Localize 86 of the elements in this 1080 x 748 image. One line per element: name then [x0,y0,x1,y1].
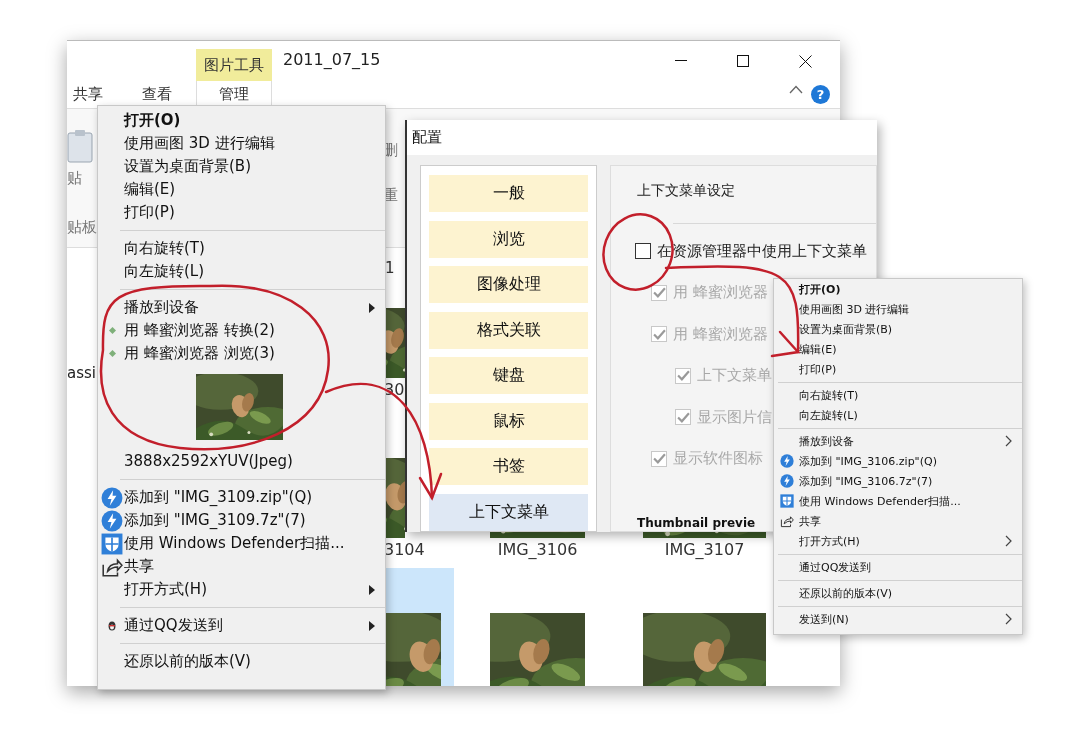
paste-label: 贴 [67,169,82,188]
menu-item[interactable]: 通过QQ发送到 [98,614,385,637]
file-tile[interactable] [384,568,454,686]
menu-item[interactable]: 还原以前的版本(V) [98,650,385,673]
lightning-icon [779,454,794,468]
menu-item[interactable]: 打开方式(H) [774,531,1022,551]
shield-icon [779,494,794,508]
menu-item[interactable]: 向右旋转(T) [774,385,1022,405]
section-heading: 上下文菜单设定 [637,181,736,200]
menu-item[interactable]: 编辑(E) [774,339,1022,359]
option-label: 在资源管理器中使用上下文菜单 [657,241,867,261]
section-heading: Thumbnail previe [637,516,756,530]
menu-item[interactable]: 添加到 "IMG_3106.7z"(7) [774,471,1022,491]
menu-item[interactable]: 打印(P) [774,359,1022,379]
clipboard-icon [67,129,93,163]
file-name: IMG_3107 [664,539,745,561]
diamond-icon [108,350,116,357]
menu-item[interactable]: 用 蜂蜜浏览器 转换(2) [98,319,385,342]
minimize-icon[interactable] [675,60,687,62]
nav-item-text: assi [67,364,96,382]
nav-item[interactable]: 图像处理 [429,266,588,303]
nav-item[interactable]: 上下文菜单 [429,493,588,531]
menu-item[interactable]: 共享 [774,511,1022,531]
nav-item[interactable]: 书签 [429,448,588,485]
option-label: 用 蜂蜜浏览器 [673,283,768,302]
submenu-arrow-icon [369,584,375,595]
group-label: 贴板 [67,218,97,237]
option-label: 显示图片信 [697,407,772,427]
file-name: IMG_3106 [497,539,578,561]
menu-item[interactable]: 打印(P) [98,201,385,224]
menu-item[interactable]: 向左旋转(L) [98,260,385,283]
shield-icon [101,532,123,555]
submenu-arrow-icon [369,302,375,313]
chevron-icon [1005,613,1012,625]
window-title: 2011_07_15 [283,50,382,69]
menu-item[interactable]: 使用画图 3D 进行编辑 [98,132,385,155]
menu-item[interactable]: 播放到设备 [774,431,1022,451]
chevron-icon [1005,435,1012,447]
file-name: 30 [384,379,405,401]
menu-item[interactable]: 向左旋转(L) [774,405,1022,425]
menu-item[interactable]: 播放到设备 [98,296,385,319]
lightning-icon [101,509,123,532]
menu-item[interactable]: 设置为桌面背景(B) [98,155,385,178]
checkbox[interactable] [635,243,651,259]
menu-item[interactable]: 添加到 "IMG_3106.zip"(Q) [774,451,1022,471]
penguin-icon [108,620,116,631]
nav-item[interactable]: 格式关联 [429,311,588,349]
image-info-text: 3888x2592xYUV(Jpeg) [123,451,294,472]
lightning-icon [101,486,123,509]
menu-item[interactable]: 通过QQ发送到 [774,557,1022,577]
menu-item[interactable]: 使用画图 3D 进行编辑 [774,299,1022,319]
submenu-arrow-icon [369,620,375,631]
nav-item[interactable]: 鼠标 [429,402,588,440]
option-label: 用 蜂蜜浏览器 [673,324,768,344]
menu-item[interactable]: 打开(O) [774,279,1022,299]
dialog-title: 配置 [412,128,442,147]
diamond-icon [108,327,116,334]
share-icon [779,514,794,528]
ribbon-tab[interactable]: 共享 [67,81,136,108]
maximize-icon[interactable] [737,55,749,67]
nav-item[interactable]: 浏览 [429,220,588,258]
menu-item[interactable]: 添加到 "IMG_3109.zip"(Q) [98,486,385,509]
menu-item[interactable]: 添加到 "IMG_3109.7z"(7) [98,509,385,532]
address-text: 1 [385,259,395,277]
file-name: 3104 [384,539,425,561]
menu-item[interactable]: 向右旋转(T) [98,237,385,260]
close-icon[interactable] [798,54,812,68]
nav-item[interactable]: 键盘 [429,357,588,394]
help-button[interactable]: ? [811,85,830,104]
menu-item[interactable]: 打开(O) [98,109,385,132]
menu-item[interactable]: 编辑(E) [98,178,385,201]
menu-item[interactable]: 打开方式(H) [98,578,385,601]
contextual-tab-label: 图片工具 [196,49,272,81]
menu-item[interactable]: 共享 [98,555,385,578]
menu-item[interactable]: 使用 Windows Defender扫描... [774,491,1022,511]
nav-item[interactable]: 一般 [429,175,588,212]
ribbon-tab[interactable]: 查看 [136,81,196,108]
menu-item[interactable]: 设置为桌面背景(B) [774,319,1022,339]
option-label: 上下文菜单 [697,366,772,385]
menu-item[interactable]: 还原以前的版本(V) [774,583,1022,603]
chevron-icon [1005,535,1012,547]
menu-item[interactable]: 用 蜂蜜浏览器 浏览(3) [98,342,385,365]
option-label: 显示软件图标 [673,449,763,468]
menu-item[interactable]: 使用 Windows Defender扫描... [98,532,385,555]
menu-item[interactable]: 发送到(N) [774,609,1022,629]
lightning-icon [779,474,794,488]
